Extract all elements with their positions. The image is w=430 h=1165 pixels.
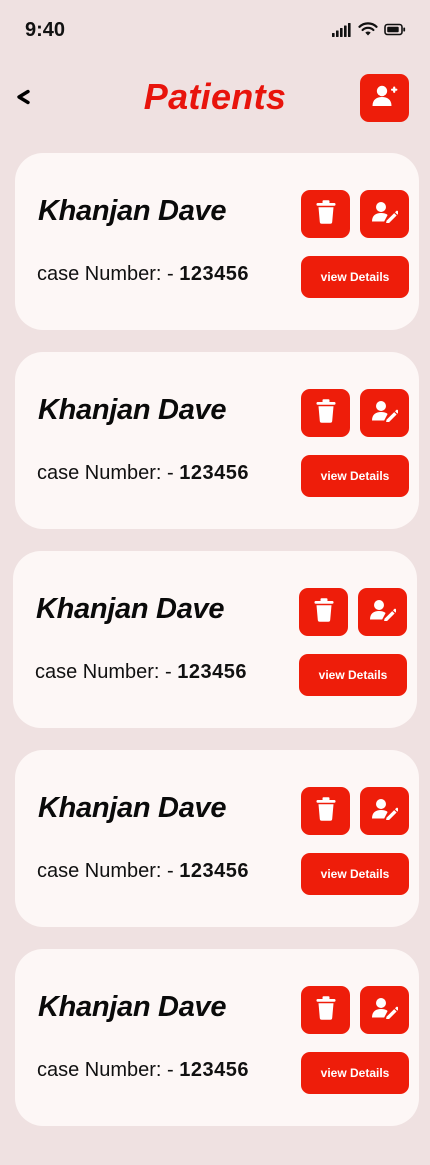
trash-icon — [314, 597, 334, 627]
case-number-line: case Number: - 123456 — [37, 860, 249, 883]
patient-card: Khanjan Dave case Number: - 123456 view … — [15, 153, 419, 330]
user-edit-icon — [371, 400, 399, 427]
case-number-value: 123456 — [179, 860, 250, 882]
edit-patient-button[interactable] — [360, 389, 409, 437]
status-icons — [332, 22, 406, 42]
delete-button[interactable] — [301, 190, 350, 238]
user-edit-icon — [371, 997, 399, 1024]
case-number-value: 123456 — [179, 263, 250, 285]
delete-button[interactable] — [299, 588, 348, 636]
delete-button[interactable] — [301, 986, 350, 1034]
case-number-label: case Number: - — [35, 661, 178, 683]
patient-name: Khanjan Dave — [38, 394, 227, 426]
view-details-button[interactable]: view Details — [301, 455, 409, 497]
case-number-line: case Number: - 123456 — [35, 661, 247, 684]
user-edit-icon — [371, 201, 399, 228]
cellular-signal-icon — [332, 22, 352, 42]
trash-icon — [316, 199, 336, 229]
case-number-line: case Number: - 123456 — [37, 1059, 249, 1082]
patient-card: Khanjan Dave case Number: - 123456 view … — [15, 949, 419, 1126]
wifi-icon — [358, 22, 378, 42]
delete-button[interactable] — [301, 787, 350, 835]
battery-icon — [384, 23, 406, 41]
user-edit-icon — [369, 599, 397, 626]
trash-icon — [316, 796, 336, 826]
edit-patient-button[interactable] — [360, 190, 409, 238]
patient-name: Khanjan Dave — [38, 991, 227, 1023]
patient-card: Khanjan Dave case Number: - 123456 view … — [13, 551, 417, 728]
header: Patients — [0, 70, 430, 126]
case-number-value: 123456 — [177, 661, 248, 683]
case-number-label: case Number: - — [37, 263, 180, 285]
user-edit-icon — [371, 798, 399, 825]
case-number-line: case Number: - 123456 — [37, 263, 249, 286]
patient-card: Khanjan Dave case Number: - 123456 view … — [15, 750, 419, 927]
case-number-label: case Number: - — [37, 462, 180, 484]
case-number-value: 123456 — [179, 1059, 250, 1081]
patient-name: Khanjan Dave — [36, 593, 225, 625]
patient-card: Khanjan Dave case Number: - 123456 view … — [15, 352, 419, 529]
view-details-button[interactable]: view Details — [301, 256, 409, 298]
trash-icon — [316, 398, 336, 428]
status-bar: 9:40 — [0, 0, 430, 62]
add-patient-button[interactable] — [360, 74, 409, 122]
patient-name: Khanjan Dave — [38, 195, 227, 227]
trash-icon — [316, 995, 336, 1025]
edit-patient-button[interactable] — [360, 986, 409, 1034]
edit-patient-button[interactable] — [358, 588, 407, 636]
case-number-label: case Number: - — [37, 1059, 180, 1081]
patient-name: Khanjan Dave — [38, 792, 227, 824]
user-plus-icon — [372, 84, 398, 113]
view-details-button[interactable]: view Details — [301, 853, 409, 895]
view-details-button[interactable]: view Details — [301, 1052, 409, 1094]
status-time: 9:40 — [25, 19, 66, 41]
edit-patient-button[interactable] — [360, 787, 409, 835]
view-details-button[interactable]: view Details — [299, 654, 407, 696]
case-number-line: case Number: - 123456 — [37, 462, 249, 485]
case-number-label: case Number: - — [37, 860, 180, 882]
case-number-value: 123456 — [179, 462, 250, 484]
delete-button[interactable] — [301, 389, 350, 437]
